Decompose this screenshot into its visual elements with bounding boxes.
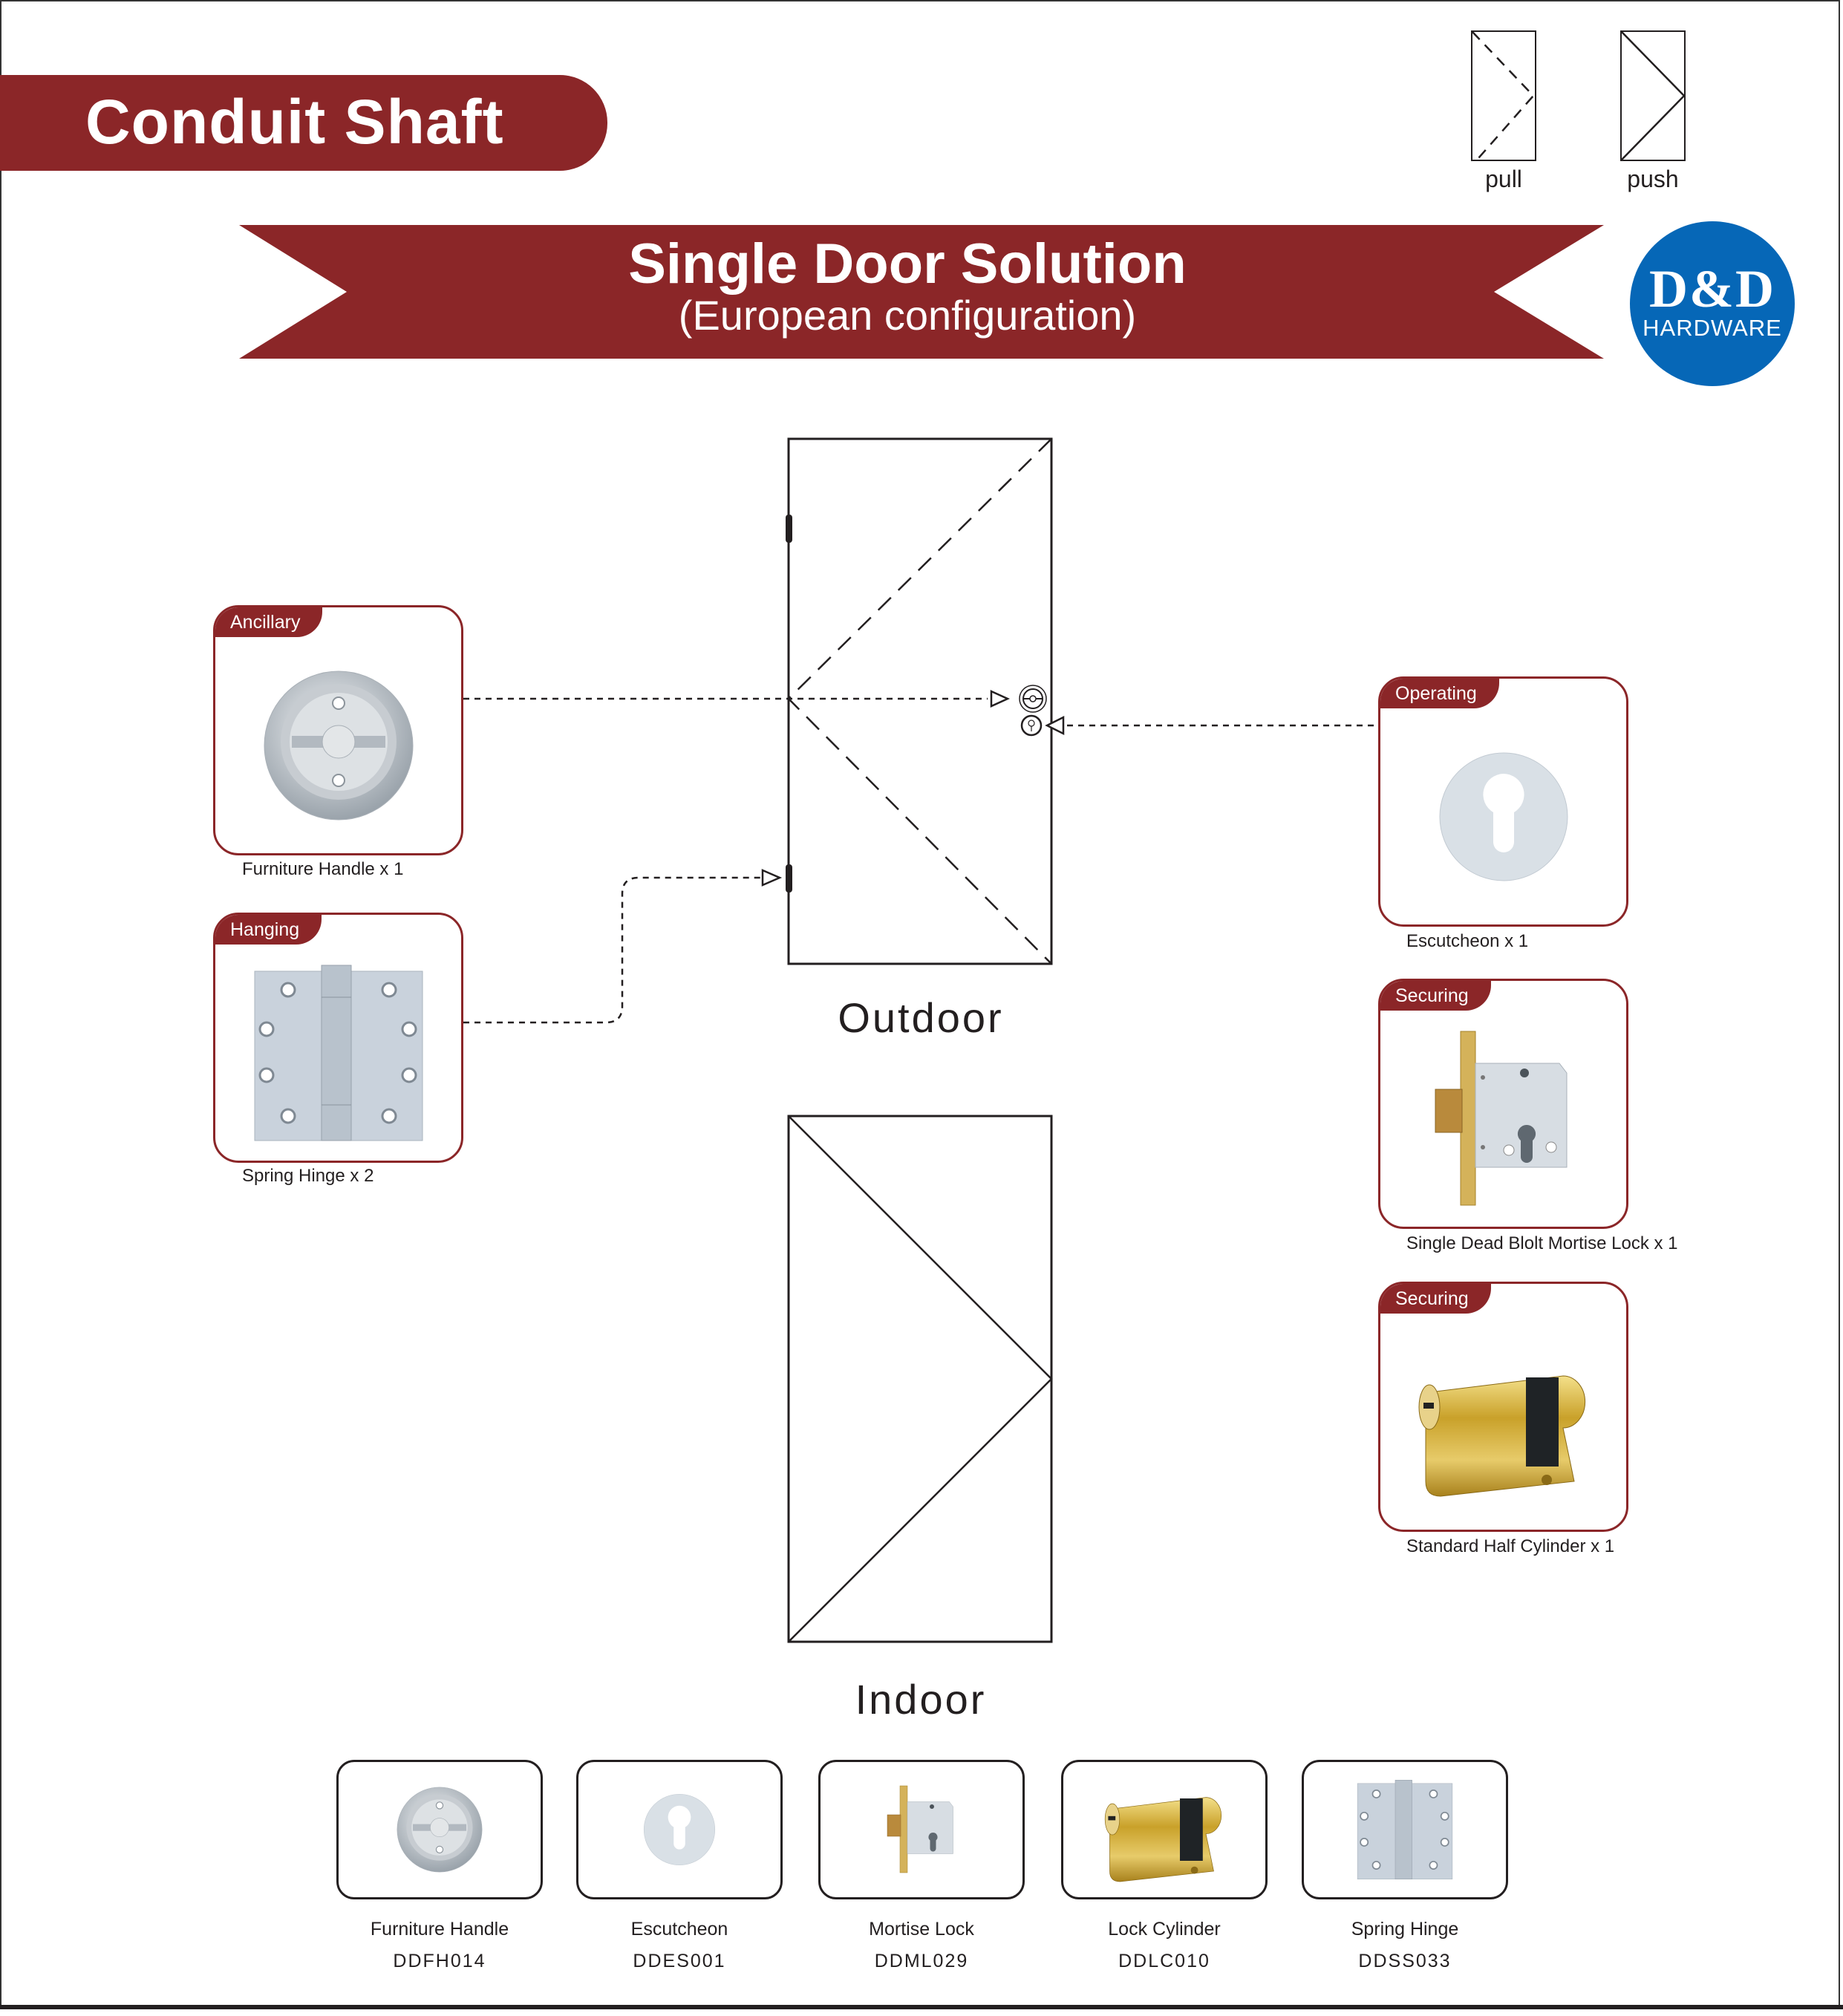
outdoor-door (786, 437, 1053, 965)
component-caption: Spring Hinge x 2 (242, 1166, 374, 1186)
catalog-name: Furniture Handle (370, 1919, 509, 1940)
mortise-lock-icon (887, 1785, 953, 1873)
indoor-door (787, 1115, 1053, 1643)
catalog-card[interactable] (336, 1760, 543, 1899)
escutcheon-icon (1439, 752, 1568, 881)
category-tag: Securing (1380, 1284, 1491, 1314)
catalog-item[interactable]: Mortise Lock DDML029 (818, 1760, 1033, 1972)
component-caption: Escutcheon x 1 (1406, 931, 1529, 951)
connector-handle (463, 690, 1011, 708)
catalog-item[interactable]: Escutcheon DDES001 (576, 1760, 791, 1972)
component-card-securing-cylinder[interactable]: Securing (1378, 1282, 1628, 1532)
category-tag: Hanging (215, 915, 322, 945)
connector-escutcheon (1045, 715, 1378, 736)
outdoor-label: Outdoor (838, 994, 1004, 1041)
component-caption: Standard Half Cylinder x 1 (1406, 1536, 1615, 1556)
catalog-card[interactable] (818, 1760, 1025, 1899)
catalog-card[interactable] (1302, 1760, 1508, 1899)
catalog-item[interactable]: Lock Cylinder DDLC010 (1061, 1760, 1276, 1972)
catalog-code: DDLC010 (1118, 1951, 1210, 1971)
spring-hinge-icon (1357, 1780, 1453, 1879)
half-cylinder-icon (1418, 1374, 1585, 1497)
escutcheon-icon (643, 1793, 716, 1866)
catalog-card[interactable] (576, 1760, 783, 1899)
furniture-handle-icon (397, 1787, 483, 1873)
component-caption: Single Dead Blolt Mortise Lock x 1 (1406, 1233, 1678, 1253)
bottom-rule (0, 2005, 1843, 2009)
catalog-name: Escutcheon (630, 1919, 728, 1940)
catalog-item[interactable]: Furniture Handle DDFH014 (336, 1760, 551, 1972)
lock-cylinder-icon (1104, 1797, 1222, 1882)
hinge-mark-bottom (786, 864, 792, 893)
component-card-ancillary[interactable]: Ancillary (213, 605, 463, 855)
escutcheon-symbol (1020, 714, 1043, 737)
component-card-operating[interactable]: Operating (1378, 676, 1628, 927)
catalog-code: DDSS033 (1358, 1951, 1452, 1971)
mortise-lock-icon (1435, 1031, 1567, 1205)
arrow-head (1045, 715, 1065, 736)
furniture-handle-icon (264, 671, 413, 820)
category-tag: Ancillary (215, 607, 323, 637)
catalog-name: Mortise Lock (869, 1919, 974, 1940)
category-tag: Operating (1380, 679, 1499, 708)
catalog-name: Lock Cylinder (1108, 1919, 1221, 1940)
category-tag: Securing (1380, 981, 1491, 1011)
catalog-card[interactable] (1061, 1760, 1268, 1899)
catalog-code: DDFH014 (393, 1951, 486, 1971)
catalog-name: Spring Hinge (1351, 1919, 1459, 1940)
component-card-securing-lock[interactable]: Securing (1378, 979, 1628, 1229)
catalog-code: DDES001 (633, 1951, 726, 1971)
furniture-handle-symbol (1019, 685, 1047, 713)
catalog-item[interactable]: Spring Hinge DDSS033 (1302, 1760, 1516, 1972)
component-caption: Furniture Handle x 1 (242, 859, 404, 879)
hinge-mark-top (786, 515, 792, 543)
component-card-hanging[interactable]: Hanging (213, 913, 463, 1163)
indoor-label: Indoor (855, 1676, 987, 1723)
arrow-head (761, 869, 783, 887)
connector-hinge (463, 869, 783, 1024)
arrow-head (990, 690, 1011, 708)
catalog-code: DDML029 (874, 1951, 969, 1971)
spring-hinge-icon (254, 965, 423, 1141)
